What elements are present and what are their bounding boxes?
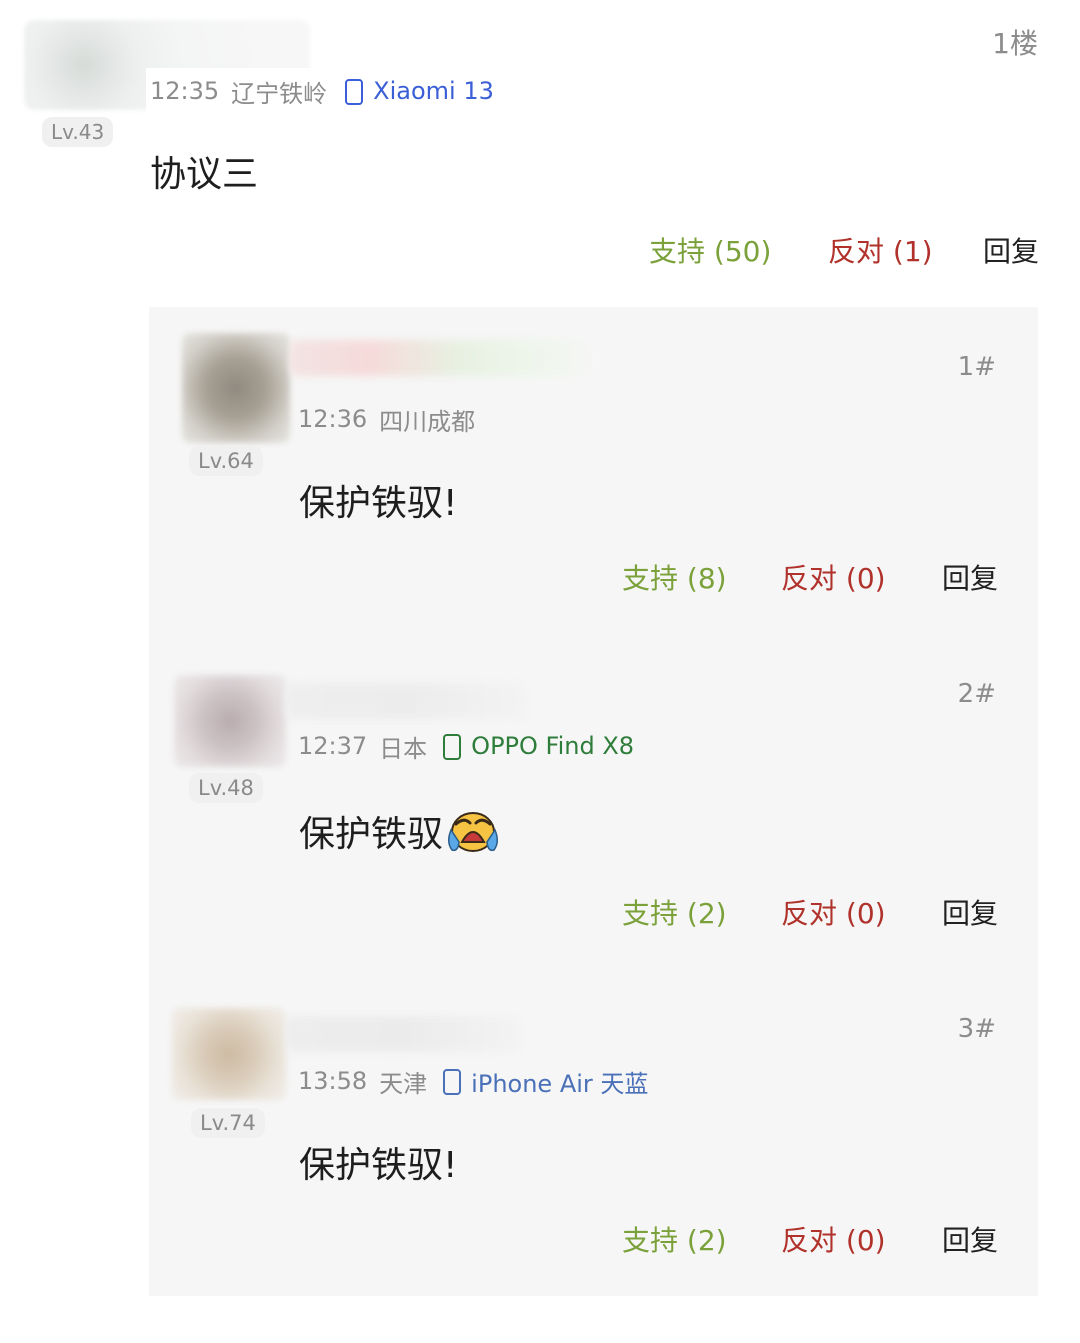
avatar[interactable] <box>172 1008 286 1100</box>
device-info: iPhone Air 天蓝 <box>443 1064 648 1099</box>
user-level-badge: Lv.74 <box>191 1108 265 1138</box>
reply-content: 保护铁驭! <box>299 1145 458 1186</box>
reply-time: 13:58 <box>298 1067 368 1095</box>
reply-location: 天津 <box>379 1069 428 1098</box>
phone-icon <box>443 1069 462 1095</box>
floor-number: 3# <box>957 1014 996 1044</box>
oppose-button[interactable]: 反对 (0) <box>781 1219 886 1259</box>
support-button[interactable]: 支持 (2) <box>622 1219 727 1259</box>
reply-meta: 13:58 天津 iPhone Air 天蓝 <box>298 1064 648 1098</box>
device-name: iPhone Air 天蓝 <box>471 1069 649 1098</box>
reply-button[interactable]: 回复 <box>942 1219 998 1259</box>
reply-item: Lv.74 13:58 天津 iPhone Air 天蓝 3# 保护铁驭! 支持… <box>0 0 1080 1300</box>
username-blurred <box>286 1016 520 1052</box>
